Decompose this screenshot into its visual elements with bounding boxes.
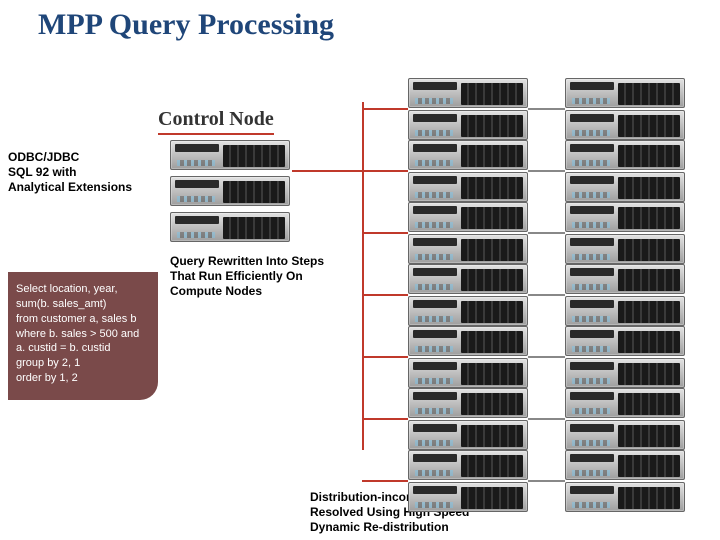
odbc-line: ODBC/JDBC bbox=[8, 150, 132, 165]
bus-to-compute-row bbox=[362, 418, 408, 420]
sql-line: sum(b. sales_amt) bbox=[16, 297, 150, 312]
control-node-label: Control Node bbox=[158, 108, 274, 135]
compute-server bbox=[408, 202, 528, 232]
sql-line: group by 2, 1 bbox=[16, 356, 150, 371]
control-server bbox=[170, 176, 290, 206]
link-compute-pair bbox=[528, 356, 565, 358]
odbc-label: ODBC/JDBC SQL 92 with Analytical Extensi… bbox=[8, 150, 132, 195]
sql-line: Select location, year, bbox=[16, 282, 150, 297]
compute-server bbox=[565, 172, 685, 202]
compute-server bbox=[408, 172, 528, 202]
bus-to-compute-row bbox=[362, 170, 408, 172]
sql-line: a. custid = b. custid bbox=[16, 341, 150, 356]
control-server bbox=[170, 212, 290, 242]
bus-to-compute-row bbox=[362, 356, 408, 358]
compute-server bbox=[565, 326, 685, 356]
compute-server bbox=[408, 482, 528, 512]
compute-server bbox=[408, 140, 528, 170]
compute-server bbox=[565, 264, 685, 294]
compute-server bbox=[408, 388, 528, 418]
link-compute-pair bbox=[528, 418, 565, 420]
compute-server bbox=[408, 450, 528, 480]
bus-to-compute-row bbox=[362, 294, 408, 296]
compute-server bbox=[565, 450, 685, 480]
sql-line: where b. sales > 500 and bbox=[16, 327, 150, 342]
compute-server bbox=[565, 234, 685, 264]
link-compute-pair bbox=[528, 294, 565, 296]
compute-server bbox=[408, 110, 528, 140]
compute-server bbox=[565, 110, 685, 140]
compute-server bbox=[565, 420, 685, 450]
sql-line: from customer a, sales b bbox=[16, 312, 150, 327]
sql-query-box: Select location, year, sum(b. sales_amt)… bbox=[8, 272, 158, 400]
note-line: That Run Efficiently On bbox=[170, 269, 350, 284]
compute-server bbox=[408, 234, 528, 264]
compute-server bbox=[408, 420, 528, 450]
bus-vertical bbox=[362, 102, 364, 450]
link-compute-pair bbox=[528, 480, 565, 482]
compute-server bbox=[408, 296, 528, 326]
note-line: Dynamic Re-distribution bbox=[310, 520, 550, 535]
compute-server bbox=[565, 140, 685, 170]
bus-to-compute-row bbox=[362, 108, 408, 110]
odbc-line: SQL 92 with bbox=[8, 165, 132, 180]
control-server bbox=[170, 140, 290, 170]
sql-line: order by 1, 2 bbox=[16, 371, 150, 386]
compute-server bbox=[565, 388, 685, 418]
odbc-line: Analytical Extensions bbox=[8, 180, 132, 195]
compute-server bbox=[565, 78, 685, 108]
page-title: MPP Query Processing bbox=[38, 8, 334, 42]
compute-server bbox=[408, 358, 528, 388]
compute-server bbox=[408, 326, 528, 356]
bus-to-compute-row bbox=[362, 480, 408, 482]
bus-to-compute-row bbox=[362, 232, 408, 234]
compute-server bbox=[565, 358, 685, 388]
link-compute-pair bbox=[528, 108, 565, 110]
compute-server bbox=[565, 202, 685, 232]
note-line: Compute Nodes bbox=[170, 284, 350, 299]
note-line: Query Rewritten Into Steps bbox=[170, 254, 350, 269]
bus-to-control bbox=[292, 170, 362, 172]
compute-server bbox=[408, 78, 528, 108]
compute-server bbox=[565, 482, 685, 512]
compute-server bbox=[565, 296, 685, 326]
link-compute-pair bbox=[528, 170, 565, 172]
link-compute-pair bbox=[528, 232, 565, 234]
note-rewrite: Query Rewritten Into Steps That Run Effi… bbox=[170, 254, 350, 299]
compute-server bbox=[408, 264, 528, 294]
